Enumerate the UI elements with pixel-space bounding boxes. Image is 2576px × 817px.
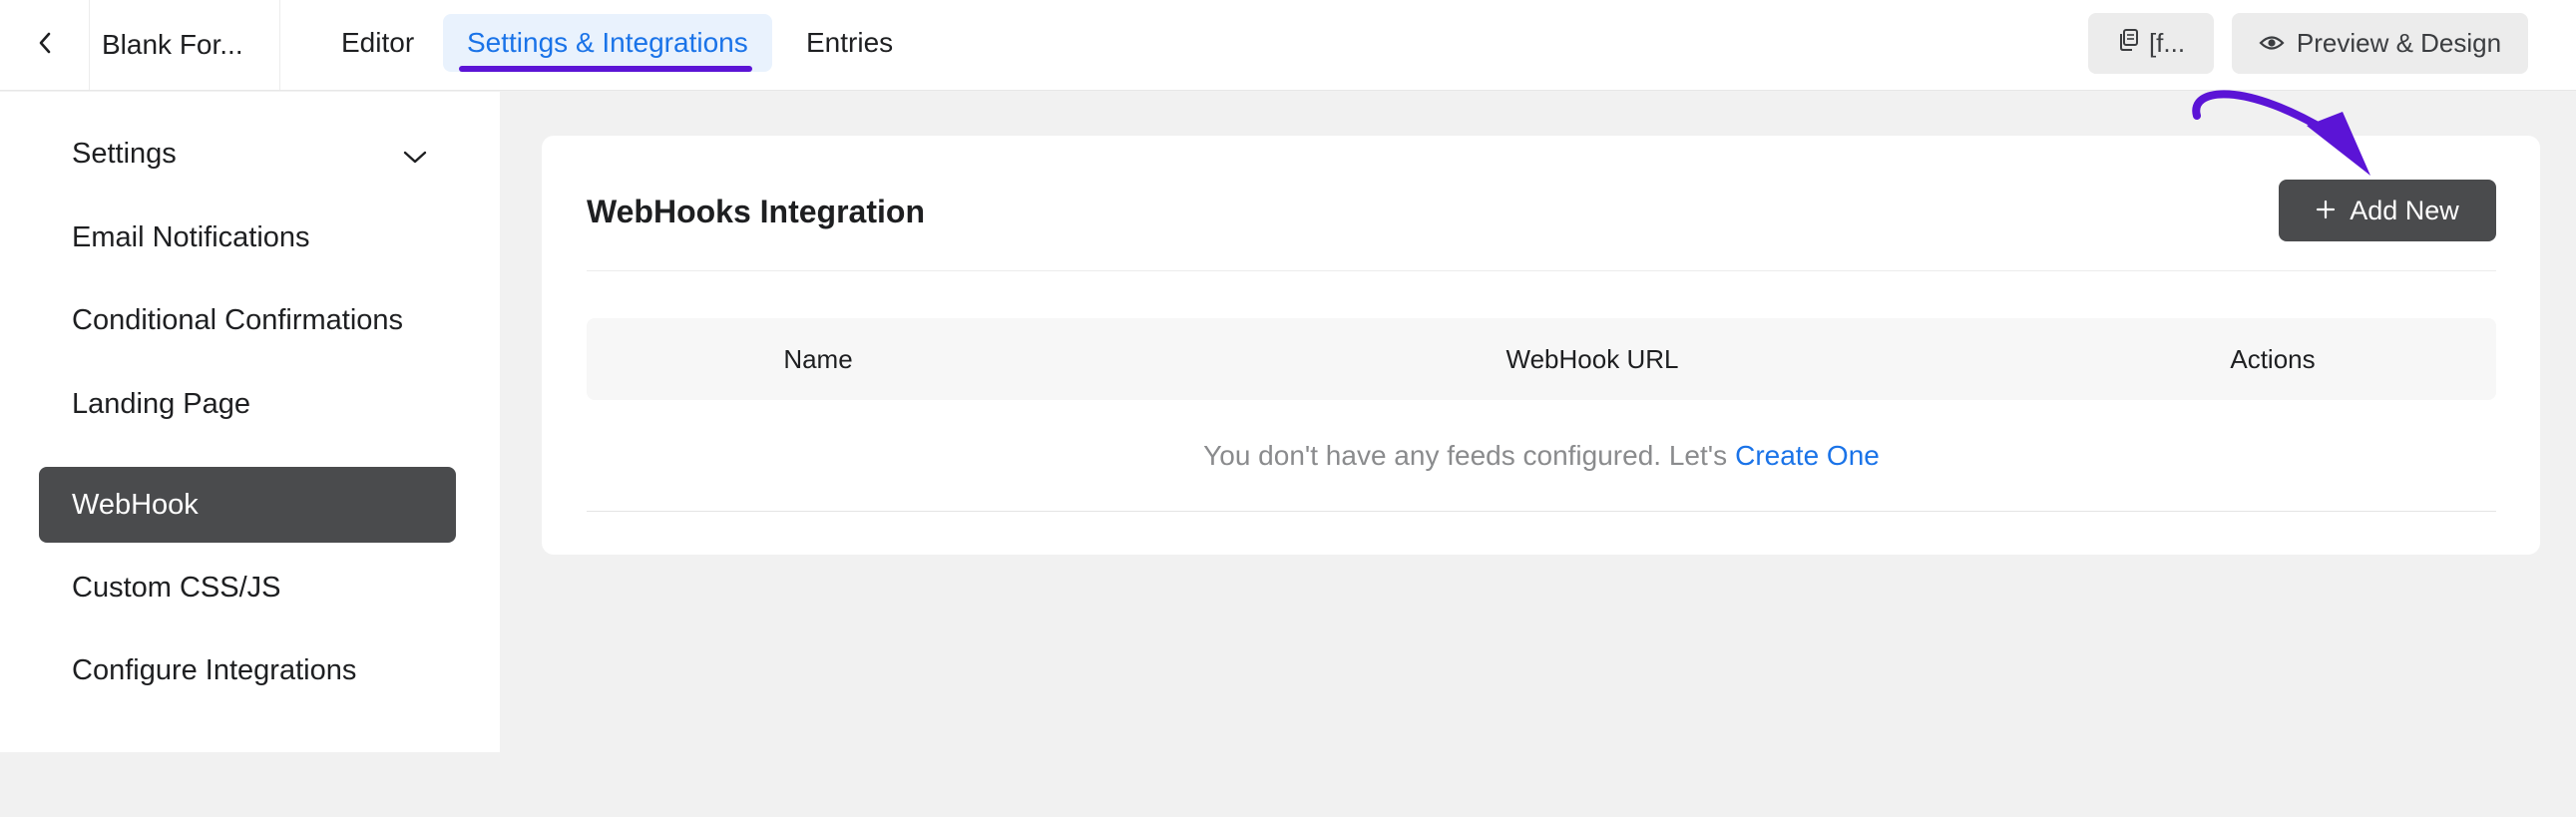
sidebar-item-webhook[interactable]: WebHook <box>39 467 456 543</box>
top-bar: Blank For... Editor Settings & Integrati… <box>0 0 2576 91</box>
sidebar-item-label: WebHook <box>72 488 199 521</box>
copy-icon <box>2117 28 2139 59</box>
tab-settings-integrations[interactable]: Settings & Integrations <box>443 14 772 72</box>
back-button[interactable] <box>0 0 90 90</box>
page-title: WebHooks Integration <box>587 194 925 229</box>
sidebar-item-conditional-confirmations[interactable]: Conditional Confirmations <box>39 282 456 358</box>
table-header: Name WebHook URL Actions <box>587 318 2496 400</box>
tab-entries[interactable]: Entries <box>782 14 917 72</box>
shortcode-label: [f... <box>2148 28 2186 58</box>
sidebar-item-email-notifications[interactable]: Email Notifications <box>39 200 456 275</box>
divider <box>587 270 2496 271</box>
empty-state-text: You don't have any feeds configured. Let… <box>1203 439 1728 471</box>
preview-label: Preview & Design <box>2296 28 2502 58</box>
sidebar-item-label: Conditional Confirmations <box>72 303 404 336</box>
form-title[interactable]: Blank For... <box>90 0 280 90</box>
add-new-label: Add New <box>2350 195 2459 225</box>
sidebar-item-label: Landing Page <box>72 387 250 420</box>
settings-sidebar: Settings Email Notifications Conditional… <box>0 92 500 752</box>
column-header-name: Name <box>783 343 853 374</box>
chevron-left-icon <box>35 29 55 62</box>
plus-icon <box>2316 196 2336 226</box>
empty-state-row: You don't have any feeds configured. Let… <box>587 400 2496 512</box>
sidebar-item-label: Custom CSS/JS <box>72 571 281 604</box>
sidebar-item-custom-css-js[interactable]: Custom CSS/JS <box>39 550 456 625</box>
tab-label: Settings & Integrations <box>467 27 748 58</box>
tab-editor[interactable]: Editor <box>317 14 438 72</box>
tab-label: Editor <box>341 27 415 58</box>
column-header-actions: Actions <box>2230 343 2316 374</box>
sidebar-item-settings[interactable]: Settings <box>39 116 456 192</box>
annotation-arrow-icon <box>2192 90 2370 176</box>
column-header-webhook-url: WebHook URL <box>1505 343 1679 374</box>
sidebar-item-label: Configure Integrations <box>72 653 357 686</box>
active-tab-underline <box>459 66 752 72</box>
shortcode-copy-button[interactable]: [f... <box>2088 13 2214 74</box>
tab-label: Entries <box>806 27 894 58</box>
create-one-link[interactable]: Create One <box>1735 440 1880 472</box>
chevron-down-icon <box>402 142 428 175</box>
eye-icon <box>2259 28 2285 59</box>
sidebar-item-label: Settings <box>72 137 177 170</box>
sidebar-item-configure-integrations[interactable]: Configure Integrations <box>39 632 456 708</box>
sidebar-item-landing-page[interactable]: Landing Page <box>39 366 456 442</box>
sidebar-item-label: Email Notifications <box>72 220 310 253</box>
webhooks-card: WebHooks Integration Add New Name WebHoo… <box>542 136 2540 555</box>
preview-design-button[interactable]: Preview & Design <box>2232 13 2528 74</box>
